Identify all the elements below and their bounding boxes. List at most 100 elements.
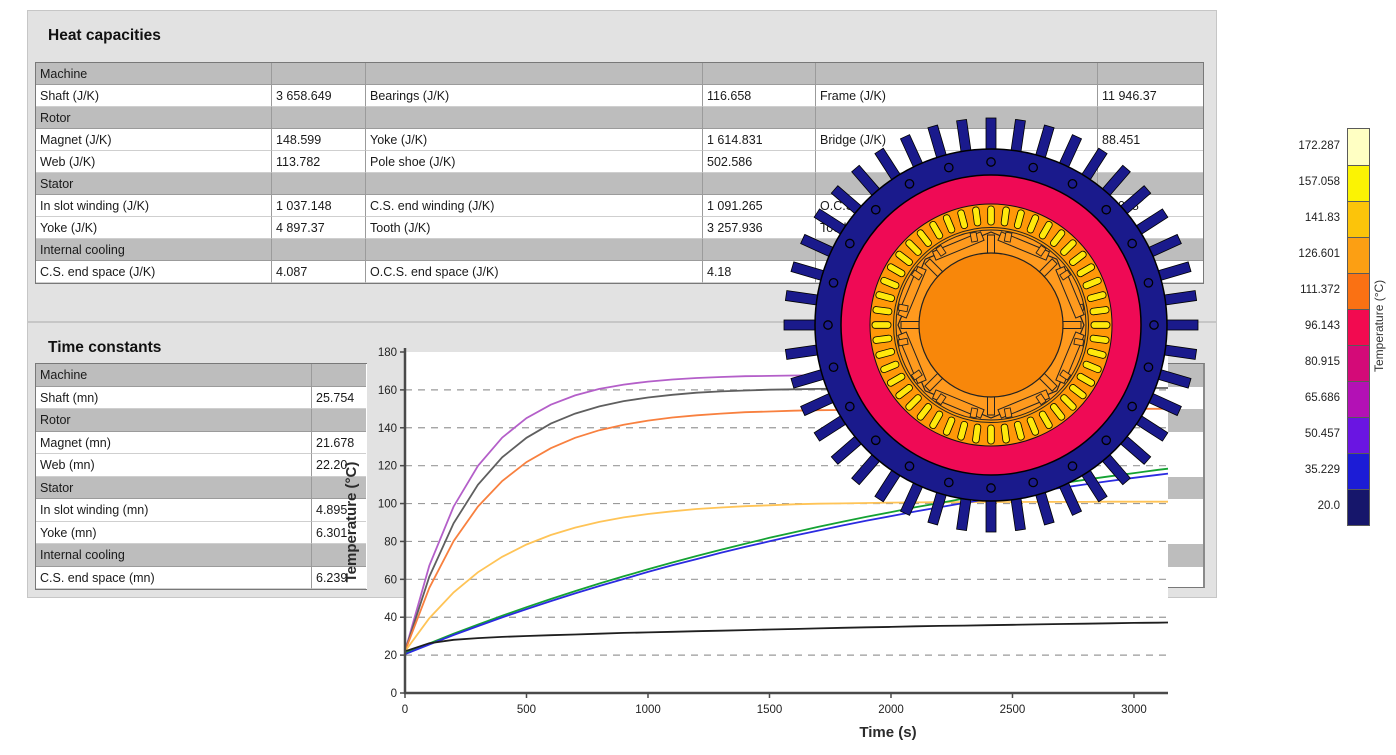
cell: 4.087 [272,261,366,283]
cell: Web (J/K) [36,151,272,173]
cell: 116.658 [703,85,816,107]
cell [366,107,703,129]
section-row: Machine [36,63,1203,85]
x-tick-label: 2500 [1000,704,1026,716]
cell: Machine [36,63,272,85]
cell [366,239,703,261]
cell [366,173,703,195]
bolt-hole [1068,462,1076,470]
y-tick-label: 20 [384,650,397,662]
bolt-hole [846,239,854,247]
flux-bridge [988,235,995,253]
motor-cross-section-graphic [775,107,1211,543]
stator-slot [1091,322,1110,329]
bolt-hole [905,462,913,470]
bolt-hole [829,363,837,371]
cell: Machine [36,364,312,387]
y-tick-label: 140 [378,423,397,435]
color-scale-block [1348,417,1369,453]
bolt-hole [846,402,854,410]
cell: Rotor [36,409,312,432]
cell [366,63,703,85]
cell: 1 037.148 [272,195,366,217]
time-constants-table: MachineShaft (mn)25.754RotorMagnet (mn)2… [35,363,367,590]
table-row: Web (mn)22.20 [36,454,367,477]
section-row: Rotor [36,409,367,432]
section-row: Internal cooling [36,544,367,567]
color-scale-block [1348,309,1369,345]
cell [703,63,816,85]
cell: Yoke (mn) [36,522,312,545]
y-tick-label: 100 [378,499,397,511]
cell: 3 658.649 [272,85,366,107]
magnet-end-cap [898,304,908,312]
cell: 4 897.37 [272,217,366,239]
x-tick-label: 2000 [878,704,904,716]
cell [272,239,366,261]
cell [272,63,366,85]
color-scale-block [1348,381,1369,417]
magnet-end-cap [1004,232,1012,242]
color-scale-block [1348,129,1369,165]
bolt-hole [1128,402,1136,410]
magnet-end-cap [970,232,978,242]
cell: Bearings (J/K) [366,85,703,107]
table-row: Magnet (mn)21.678 [36,432,367,455]
magnet-end-cap [1074,338,1084,346]
color-scale-title: Temperature (°C) [1372,128,1394,524]
color-scale-value: 65.686 [1250,380,1340,416]
stator-slot [988,425,995,444]
cell: Magnet (mn) [36,432,312,455]
bolt-hole [1102,436,1110,444]
cell: Shaft (J/K) [36,85,272,107]
cell: Web (mn) [36,454,312,477]
section-row: Stator [36,477,367,500]
bolt-hole [987,158,995,166]
color-scale-bar [1347,128,1370,526]
flux-bridge [1063,322,1081,329]
bolt-hole [987,484,995,492]
bolt-hole [1150,321,1158,329]
cell: In slot winding (J/K) [36,195,272,217]
heat-capacities-title: Heat capacities [48,27,161,45]
color-scale-labels: 172.287157.058141.83126.601111.37296.143… [1250,128,1340,524]
bolt-hole [1029,478,1037,486]
bolt-hole [1128,239,1136,247]
color-scale-value: 80.915 [1250,344,1340,380]
y-tick-label: 40 [384,612,397,624]
cell: Stator [36,477,312,500]
cell: Internal cooling [36,544,312,567]
section-row: Machine [36,364,367,387]
table-row: Yoke (mn)6.301 [36,522,367,545]
y-axis-title: Temperature (°C) [343,462,360,583]
bolt-hole [905,180,913,188]
cell: Tooth (J/K) [366,217,703,239]
cell: 148.599 [272,129,366,151]
color-scale-block [1348,489,1369,525]
y-tick-label: 160 [378,385,397,397]
table-row: Shaft (J/K)3 658.649Bearings (J/K)116.65… [36,85,1203,107]
cell: C.S. end space (mn) [36,567,312,590]
x-tick-label: 1000 [635,704,661,716]
bolt-hole [872,436,880,444]
cell: Shaft (mn) [36,387,312,410]
cell: Frame (J/K) [816,85,1098,107]
y-tick-label: 120 [378,461,397,473]
bolt-hole [1102,206,1110,214]
time-constants-title: Time constants [48,339,161,357]
color-scale-block [1348,237,1369,273]
cell [816,63,1098,85]
x-axis-title: Time (s) [859,724,916,741]
bolt-hole [945,478,953,486]
cell: Internal cooling [36,239,272,261]
color-scale-value: 20.0 [1250,488,1340,524]
shaft [919,253,1063,397]
color-scale-value: 157.058 [1250,164,1340,200]
bolt-hole [945,163,953,171]
flux-bridge [901,322,919,329]
table-row: Shaft (mn)25.754 [36,387,367,410]
magnet-end-cap [898,338,908,346]
y-tick-label: 180 [378,347,397,359]
stator-slot [872,322,891,329]
color-scale-value: 111.372 [1250,272,1340,308]
